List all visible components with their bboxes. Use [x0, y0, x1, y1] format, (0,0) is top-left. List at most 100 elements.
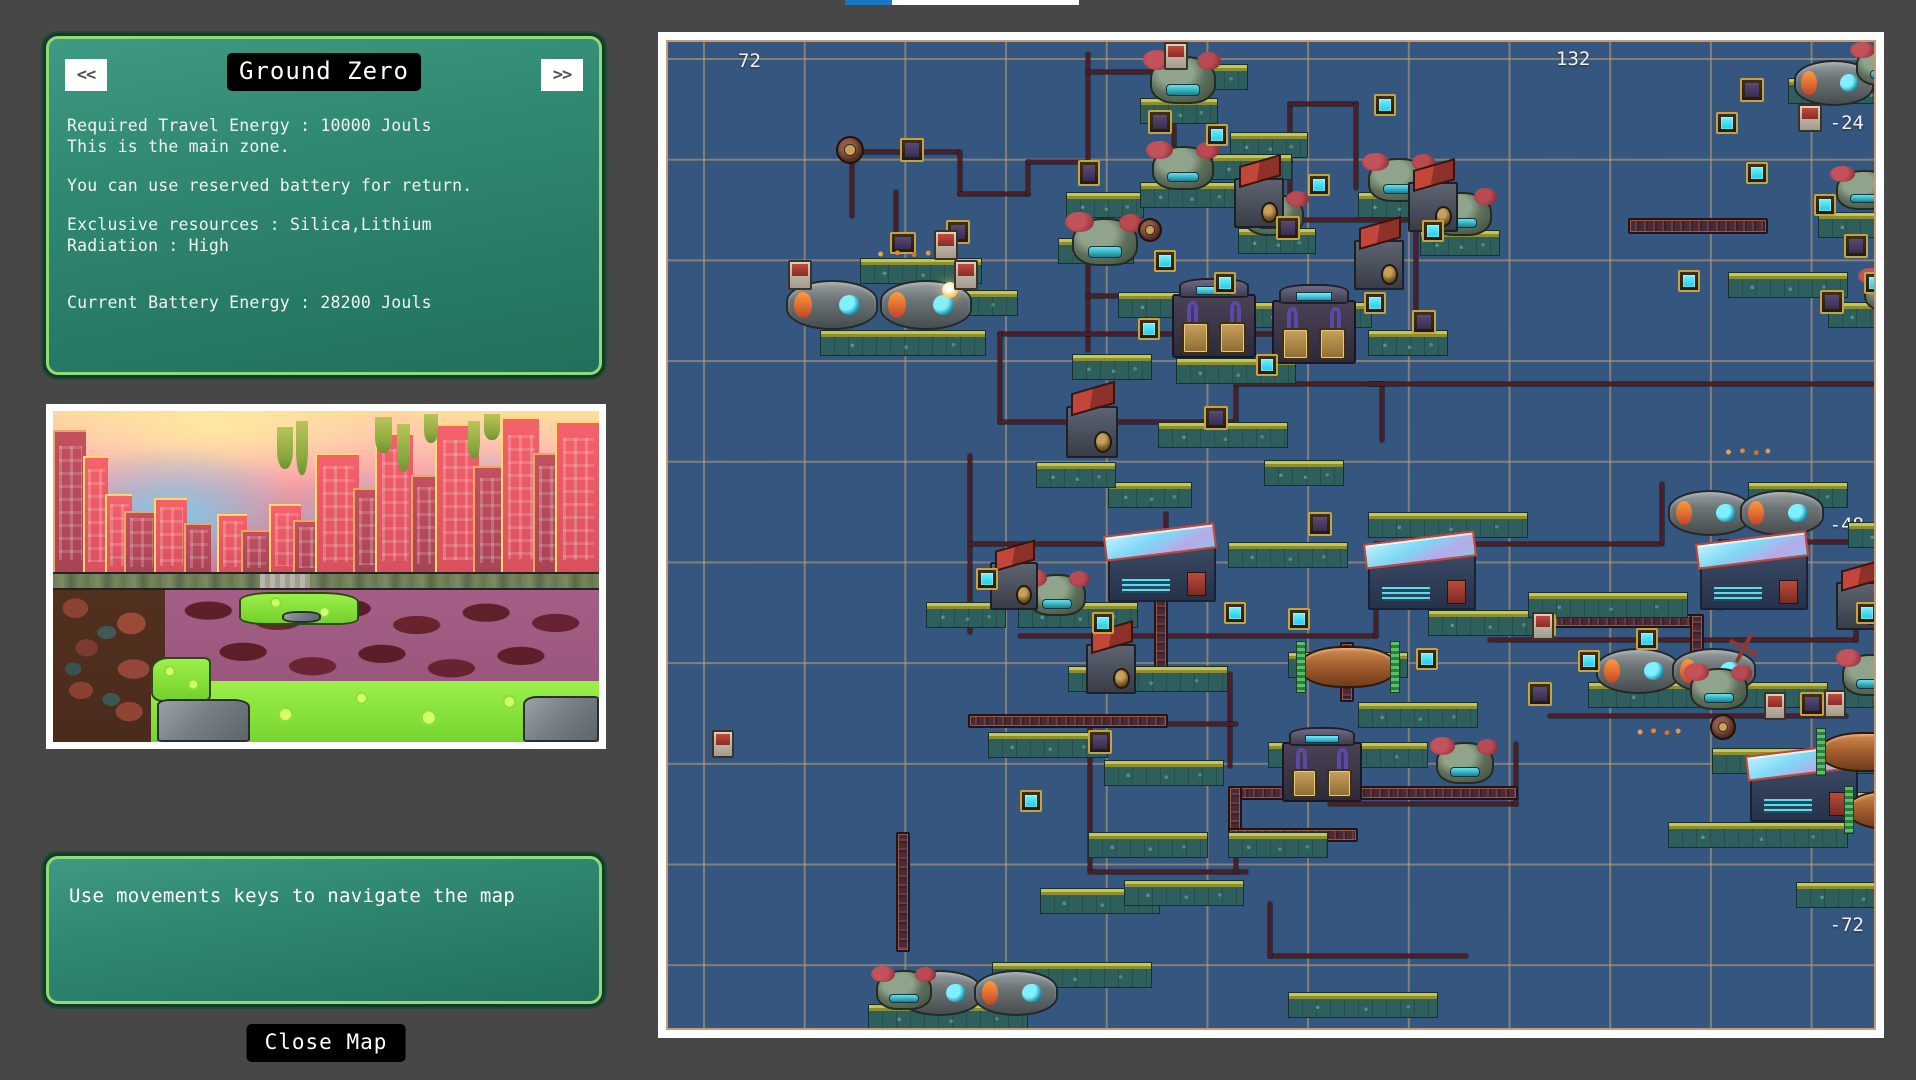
indicator-module[interactable]	[1224, 602, 1246, 624]
storage-tank[interactable]	[974, 970, 1058, 1016]
stone-pocket	[282, 611, 320, 623]
previous-zone-button[interactable]: <<	[65, 59, 107, 91]
power-line	[1380, 382, 1384, 442]
overgrowth-vine	[484, 414, 499, 440]
indicator-module[interactable]	[1154, 250, 1176, 272]
control-module[interactable]	[1148, 110, 1172, 134]
biomass-extractor[interactable]	[1072, 218, 1138, 266]
zone-title: Ground Zero	[227, 53, 421, 91]
spacer	[67, 157, 581, 175]
research-lab[interactable]	[1108, 542, 1216, 602]
building	[154, 498, 187, 572]
indicator-module[interactable]	[1716, 112, 1738, 134]
machine-indicator	[1167, 172, 1199, 182]
control-module[interactable]	[1528, 682, 1552, 706]
mining-drill[interactable]	[1086, 644, 1136, 694]
control-module[interactable]	[1800, 692, 1824, 716]
item-crate[interactable]	[954, 260, 978, 290]
biomass-extractor[interactable]	[1836, 170, 1876, 210]
refinery-tube	[1287, 307, 1298, 330]
next-zone-button[interactable]: >>	[541, 59, 583, 91]
biomass-extractor[interactable]	[1842, 654, 1876, 696]
vessel-clamp	[1844, 786, 1853, 835]
indicator-module[interactable]	[1288, 608, 1310, 630]
spacer	[67, 274, 581, 292]
control-module[interactable]	[1078, 160, 1100, 186]
biomass-extractor[interactable]	[1436, 742, 1494, 784]
close-map-button[interactable]: Close Map	[247, 1024, 406, 1062]
building	[124, 511, 157, 572]
control-module[interactable]	[1844, 234, 1868, 258]
item-crate[interactable]	[712, 730, 734, 758]
map-viewport[interactable]: 72 102 132 -24 -48 -72	[666, 40, 1876, 1030]
refinery-machine[interactable]	[1282, 742, 1362, 802]
indicator-module[interactable]	[1214, 272, 1236, 294]
biomass-extractor[interactable]	[1152, 146, 1214, 190]
indicator-module[interactable]	[1206, 124, 1228, 146]
indicator-module[interactable]	[1364, 292, 1386, 314]
resource-pile[interactable]	[868, 246, 938, 262]
indicator-module[interactable]	[1422, 220, 1444, 242]
mining-drill[interactable]	[1354, 240, 1404, 290]
item-crate[interactable]	[1532, 612, 1554, 640]
control-module[interactable]	[1412, 310, 1436, 334]
refinery-barrel	[1292, 769, 1318, 798]
refinery-machine[interactable]	[1272, 300, 1356, 364]
power-line	[1368, 382, 1876, 386]
storage-tank[interactable]	[1596, 648, 1680, 694]
biomass-extractor[interactable]	[1690, 668, 1748, 710]
control-module[interactable]	[900, 138, 924, 162]
zone-map-panel: 72 102 132 -24 -48 -72	[658, 32, 1884, 1038]
indicator-module[interactable]	[1856, 602, 1876, 624]
item-crate[interactable]	[1164, 42, 1188, 70]
indicator-module[interactable]	[1092, 612, 1114, 634]
drill-wheel	[1113, 668, 1130, 689]
control-module[interactable]	[1088, 730, 1112, 754]
power-line	[958, 192, 1030, 196]
building	[184, 523, 211, 571]
control-module[interactable]	[1820, 290, 1844, 314]
indicator-module[interactable]	[1138, 318, 1160, 340]
resource-pile[interactable]	[1630, 724, 1686, 740]
biomass-extractor[interactable]	[876, 970, 932, 1010]
indicator-module[interactable]	[1678, 270, 1700, 292]
research-lab[interactable]	[1700, 550, 1808, 610]
indicator-module[interactable]	[1308, 174, 1330, 196]
indicator-module[interactable]	[1636, 628, 1658, 650]
indicator-module[interactable]	[1020, 790, 1042, 812]
mining-drill[interactable]	[1066, 406, 1118, 458]
machine-indicator	[1296, 292, 1331, 300]
item-crate[interactable]	[1824, 690, 1846, 718]
indicator-module[interactable]	[1814, 194, 1836, 216]
indicator-module[interactable]	[976, 568, 998, 590]
item-crate[interactable]	[788, 260, 812, 290]
valve-node[interactable]	[836, 136, 864, 164]
indicator-module[interactable]	[1864, 272, 1876, 294]
indicator-module[interactable]	[1578, 650, 1600, 672]
underground-layers	[53, 590, 599, 742]
resource-pile[interactable]	[1718, 444, 1776, 460]
zone-description-line: This is the main zone.	[67, 136, 581, 157]
navigation-hint-text: Use movements keys to navigate the map	[69, 885, 515, 907]
control-module[interactable]	[1204, 406, 1228, 430]
map-y-axis-label--72: -72	[1830, 914, 1864, 936]
progress-bar-fill	[845, 0, 892, 5]
storage-tank[interactable]	[1740, 490, 1824, 536]
control-module[interactable]	[1308, 512, 1332, 536]
pressure-vessel[interactable]	[1298, 646, 1398, 688]
research-lab[interactable]	[1368, 550, 1476, 610]
indicator-module[interactable]	[1374, 94, 1396, 116]
item-crate[interactable]	[1798, 104, 1822, 132]
research-lab[interactable]	[1750, 762, 1858, 822]
zone-info-body: Required Travel Energy : 10000 Jouls Thi…	[49, 103, 599, 313]
refinery-machine[interactable]	[1172, 294, 1256, 358]
control-module[interactable]	[1276, 216, 1300, 240]
item-crate[interactable]	[1764, 692, 1786, 720]
valve-node[interactable]	[1710, 714, 1736, 740]
valve-node[interactable]	[1138, 218, 1162, 242]
control-module[interactable]	[1740, 78, 1764, 102]
pressure-vessel[interactable]	[1846, 790, 1876, 830]
indicator-module[interactable]	[1746, 162, 1768, 184]
indicator-module[interactable]	[1256, 354, 1278, 376]
indicator-module[interactable]	[1416, 648, 1438, 670]
